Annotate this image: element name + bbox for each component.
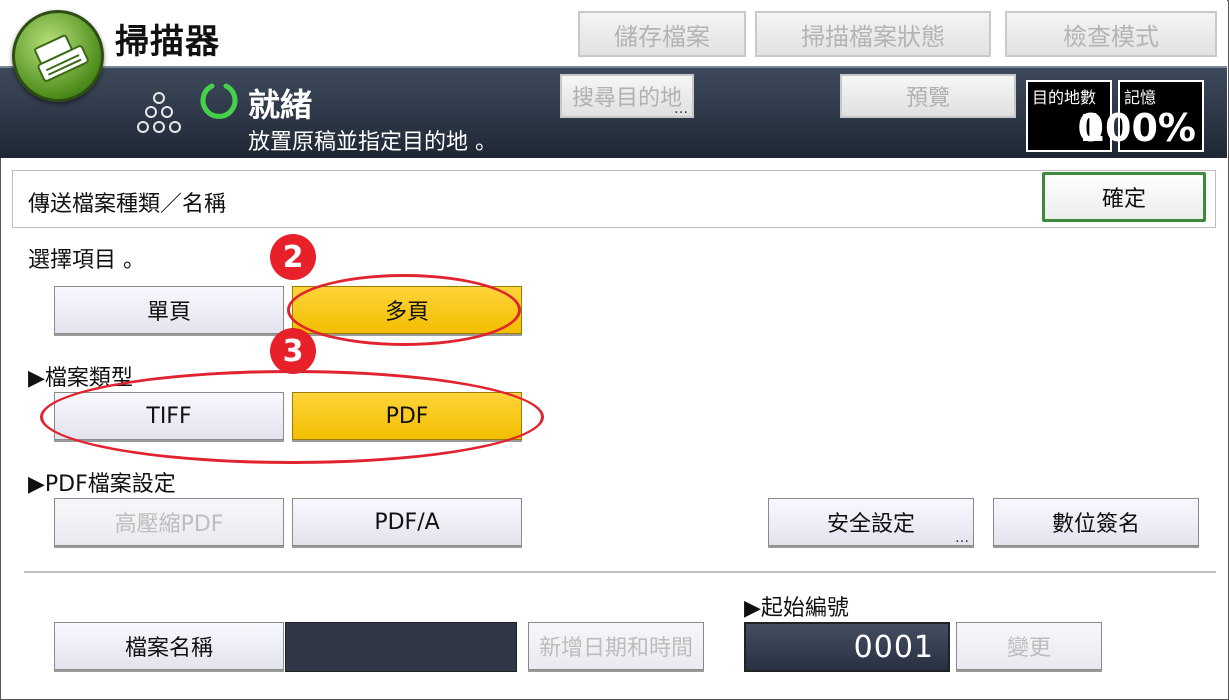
security-settings-label: 安全設定 xyxy=(826,512,915,537)
original-stack-icon xyxy=(132,88,186,142)
memory-label: 記憶 xyxy=(1124,88,1157,107)
file-name-field xyxy=(285,622,517,672)
store-file-button[interactable]: 儲存檔案 xyxy=(578,11,746,57)
status-title: 就緒 xyxy=(248,86,313,124)
single-page-button[interactable]: 單頁 xyxy=(54,286,284,334)
digital-signature-button[interactable]: 數位簽名 xyxy=(993,498,1199,546)
search-destination-label: 搜尋目的地 xyxy=(571,86,682,111)
section-divider xyxy=(24,571,1216,573)
more-options-icon: … xyxy=(955,530,969,546)
check-mode-button[interactable]: 檢查模式 xyxy=(1005,11,1217,57)
pdf-settings-label: ▶PDF檔案設定 xyxy=(28,472,176,497)
multi-page-highlight xyxy=(287,274,521,346)
status-message: 放置原稿並指定目的地 。 xyxy=(248,130,497,155)
high-compression-pdf-button[interactable]: 高壓縮PDF xyxy=(54,498,284,546)
memory-value: 100% xyxy=(1078,106,1196,150)
file-name-button[interactable]: 檔案名稱 xyxy=(54,622,284,670)
preview-button[interactable]: 預覽 xyxy=(840,74,1016,118)
pdfa-button[interactable]: PDF/A xyxy=(292,498,522,546)
step-2-marker: 2 xyxy=(270,234,316,280)
start-number-field: 0001 xyxy=(744,622,950,672)
step-3-marker: 3 xyxy=(270,328,316,374)
scan-file-status-button[interactable]: 掃描檔案狀態 xyxy=(755,11,991,57)
add-date-time-button[interactable]: 新增日期和時間 xyxy=(528,622,704,670)
scanner-logo-icon xyxy=(12,10,104,102)
memory-indicator: 記憶 100% xyxy=(1079,80,1204,152)
destination-count-label: 目的地數 xyxy=(1032,88,1097,107)
more-options-icon: … xyxy=(674,101,688,117)
ready-status-icon xyxy=(198,80,240,122)
file-type-highlight xyxy=(40,370,544,464)
select-prompt: 選擇項目 。 xyxy=(28,248,145,273)
change-button[interactable]: 變更 xyxy=(956,622,1102,670)
ok-button[interactable]: 確定 xyxy=(1042,172,1206,222)
panel-title: 傳送檔案種類／名稱 xyxy=(28,192,227,217)
search-destination-button[interactable]: 搜尋目的地 … xyxy=(560,74,694,118)
app-title: 掃描器 xyxy=(115,22,220,62)
start-number-label: ▶起始編號 xyxy=(744,596,849,621)
security-settings-button[interactable]: 安全設定 … xyxy=(768,498,974,546)
